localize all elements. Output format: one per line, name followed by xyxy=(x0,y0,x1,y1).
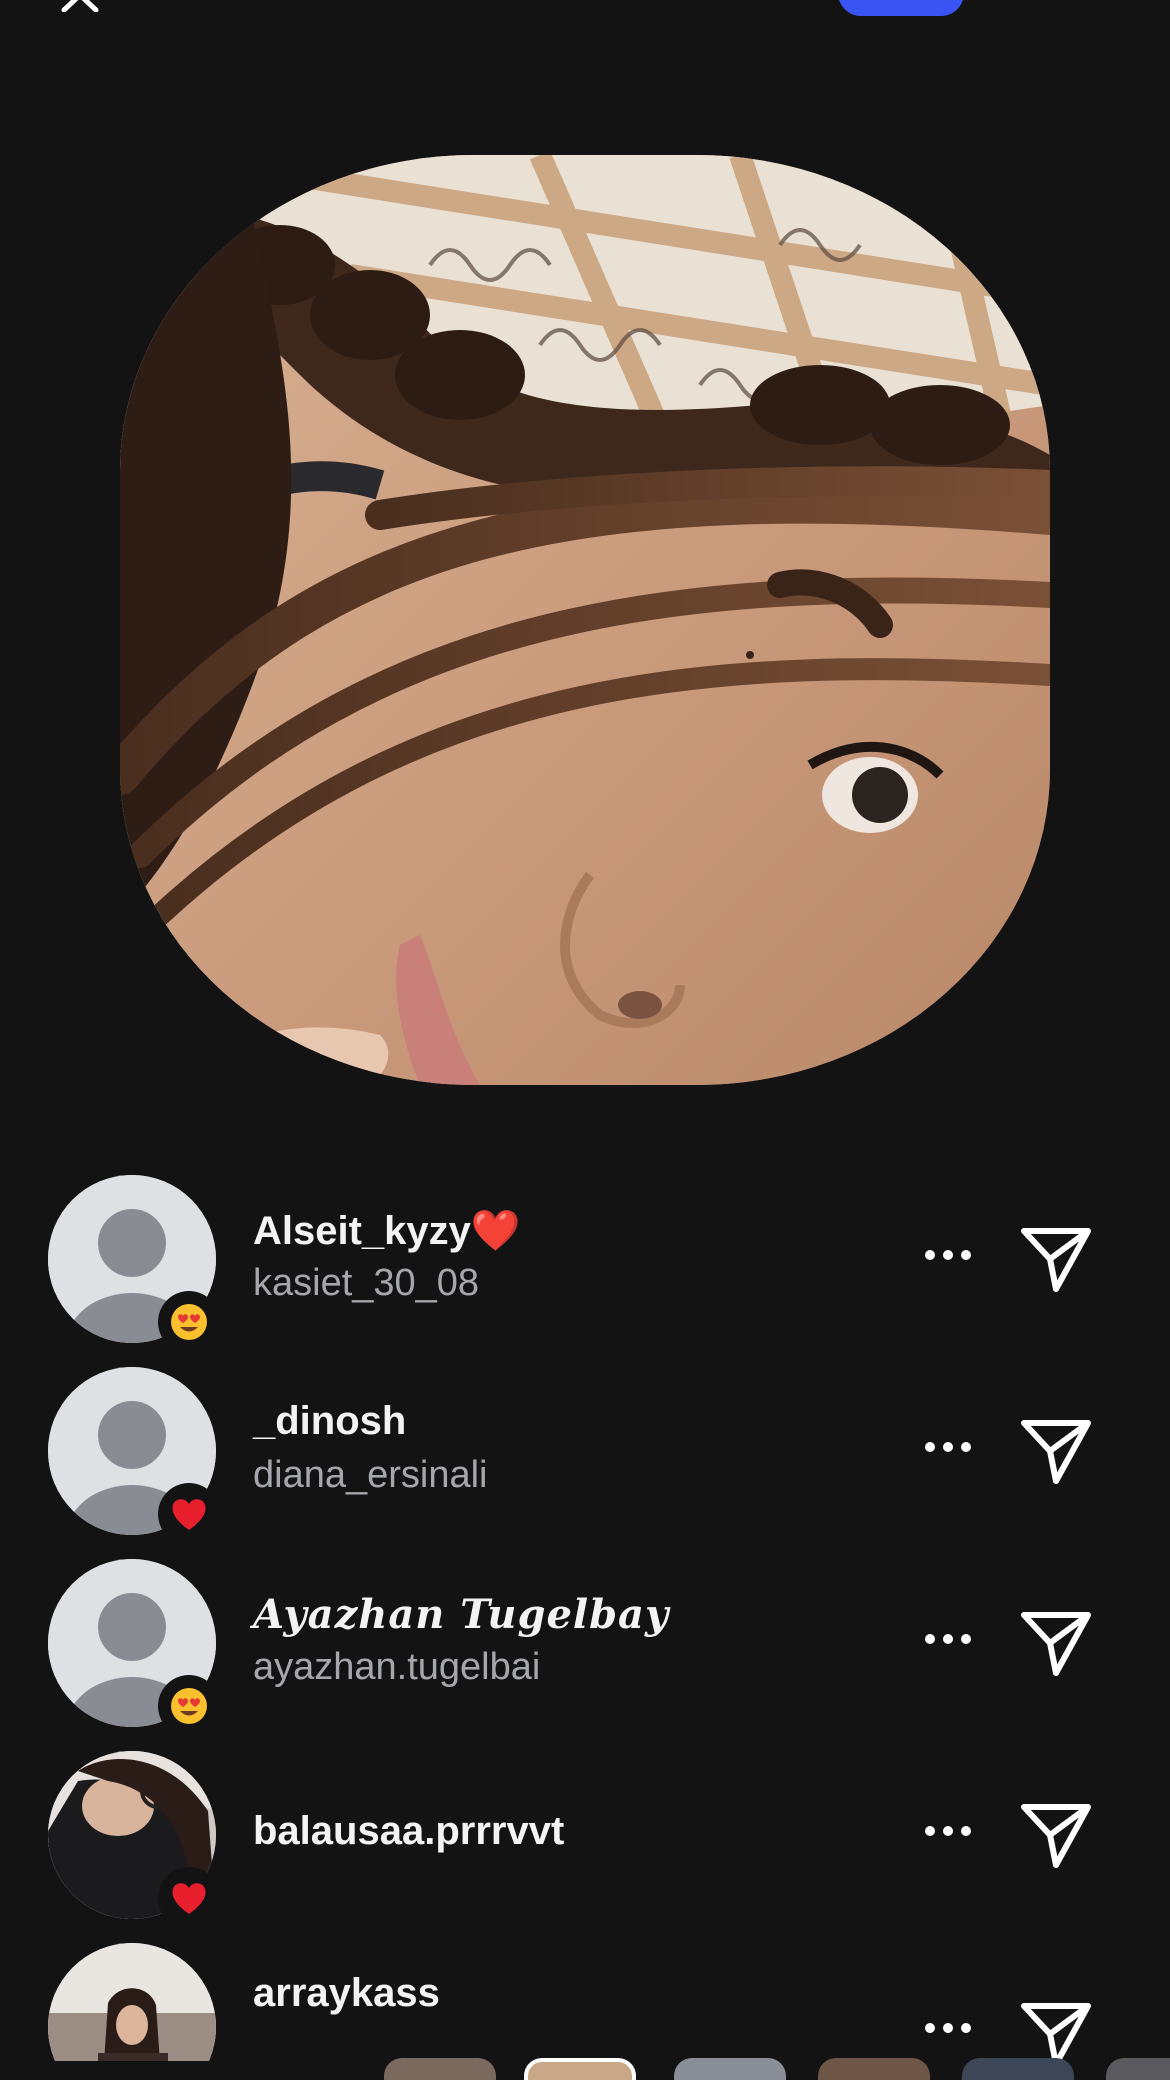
send-paper-plane-icon[interactable] xyxy=(1018,1607,1094,1679)
story-thumbnail-strip xyxy=(0,2058,1170,2080)
red-heart-emoji-icon xyxy=(172,1883,206,1914)
story-thumbnail[interactable] xyxy=(384,2058,496,2080)
story-thumbnail[interactable] xyxy=(818,2058,930,2080)
story-thumbnail[interactable] xyxy=(962,2058,1074,2080)
viewer-display-name: Ayazhan Tugelbay xyxy=(253,1591,670,1638)
photo-avatar-icon xyxy=(48,1943,216,2061)
heart-eyes-emoji-icon xyxy=(171,1304,207,1340)
story-selfie-photo xyxy=(120,155,1050,1085)
viewer-display-name: _dinosh xyxy=(253,1399,407,1443)
viewer-row[interactable]: Ayazhan Tugelbay ayazhan.tugelbai xyxy=(0,1559,1170,1737)
send-paper-plane-icon[interactable] xyxy=(1018,1415,1094,1487)
viewer-display-name: Alseit_kyzy❤️ xyxy=(253,1209,521,1253)
viewer-username: diana_ersinali xyxy=(253,1454,488,1496)
close-icon[interactable] xyxy=(60,0,100,13)
viewer-username: kasiet_30_08 xyxy=(253,1262,480,1304)
viewer-display-name: arraykass xyxy=(253,1971,440,2015)
heart-eyes-emoji-icon xyxy=(171,1688,207,1724)
top-bar xyxy=(0,0,1170,40)
more-options-icon[interactable] xyxy=(918,1816,978,1846)
reaction-badge xyxy=(158,1291,220,1353)
viewer-row[interactable]: arraykass xyxy=(0,1943,1170,2061)
reaction-badge xyxy=(158,1675,220,1737)
viewer-row[interactable]: Alseit_kyzy❤️ kasiet_30_08 xyxy=(0,1175,1170,1353)
more-options-icon[interactable] xyxy=(918,2013,978,2043)
send-paper-plane-icon[interactable] xyxy=(1018,1223,1094,1295)
red-heart-emoji-icon xyxy=(172,1499,206,1530)
reaction-badge xyxy=(158,1483,220,1545)
story-preview[interactable] xyxy=(120,155,1050,1085)
top-action-button[interactable] xyxy=(838,0,964,16)
reaction-badge xyxy=(158,1867,220,1929)
avatar[interactable] xyxy=(48,1943,216,2061)
more-options-icon[interactable] xyxy=(918,1624,978,1654)
more-options-icon[interactable] xyxy=(918,1432,978,1462)
story-thumbnail[interactable] xyxy=(674,2058,786,2080)
viewer-display-name: balausaa.prrrvvt xyxy=(253,1809,565,1853)
viewer-row[interactable]: balausaa.prrrvvt xyxy=(0,1751,1170,1929)
send-paper-plane-icon[interactable] xyxy=(1018,1998,1094,2061)
viewer-username: ayazhan.tugelbai xyxy=(253,1646,541,1688)
more-options-icon[interactable] xyxy=(918,1240,978,1270)
send-paper-plane-icon[interactable] xyxy=(1018,1799,1094,1871)
story-thumbnail-selected[interactable] xyxy=(524,2058,636,2080)
viewer-row[interactable]: _dinosh diana_ersinali xyxy=(0,1367,1170,1545)
story-thumbnail[interactable] xyxy=(1106,2058,1170,2080)
